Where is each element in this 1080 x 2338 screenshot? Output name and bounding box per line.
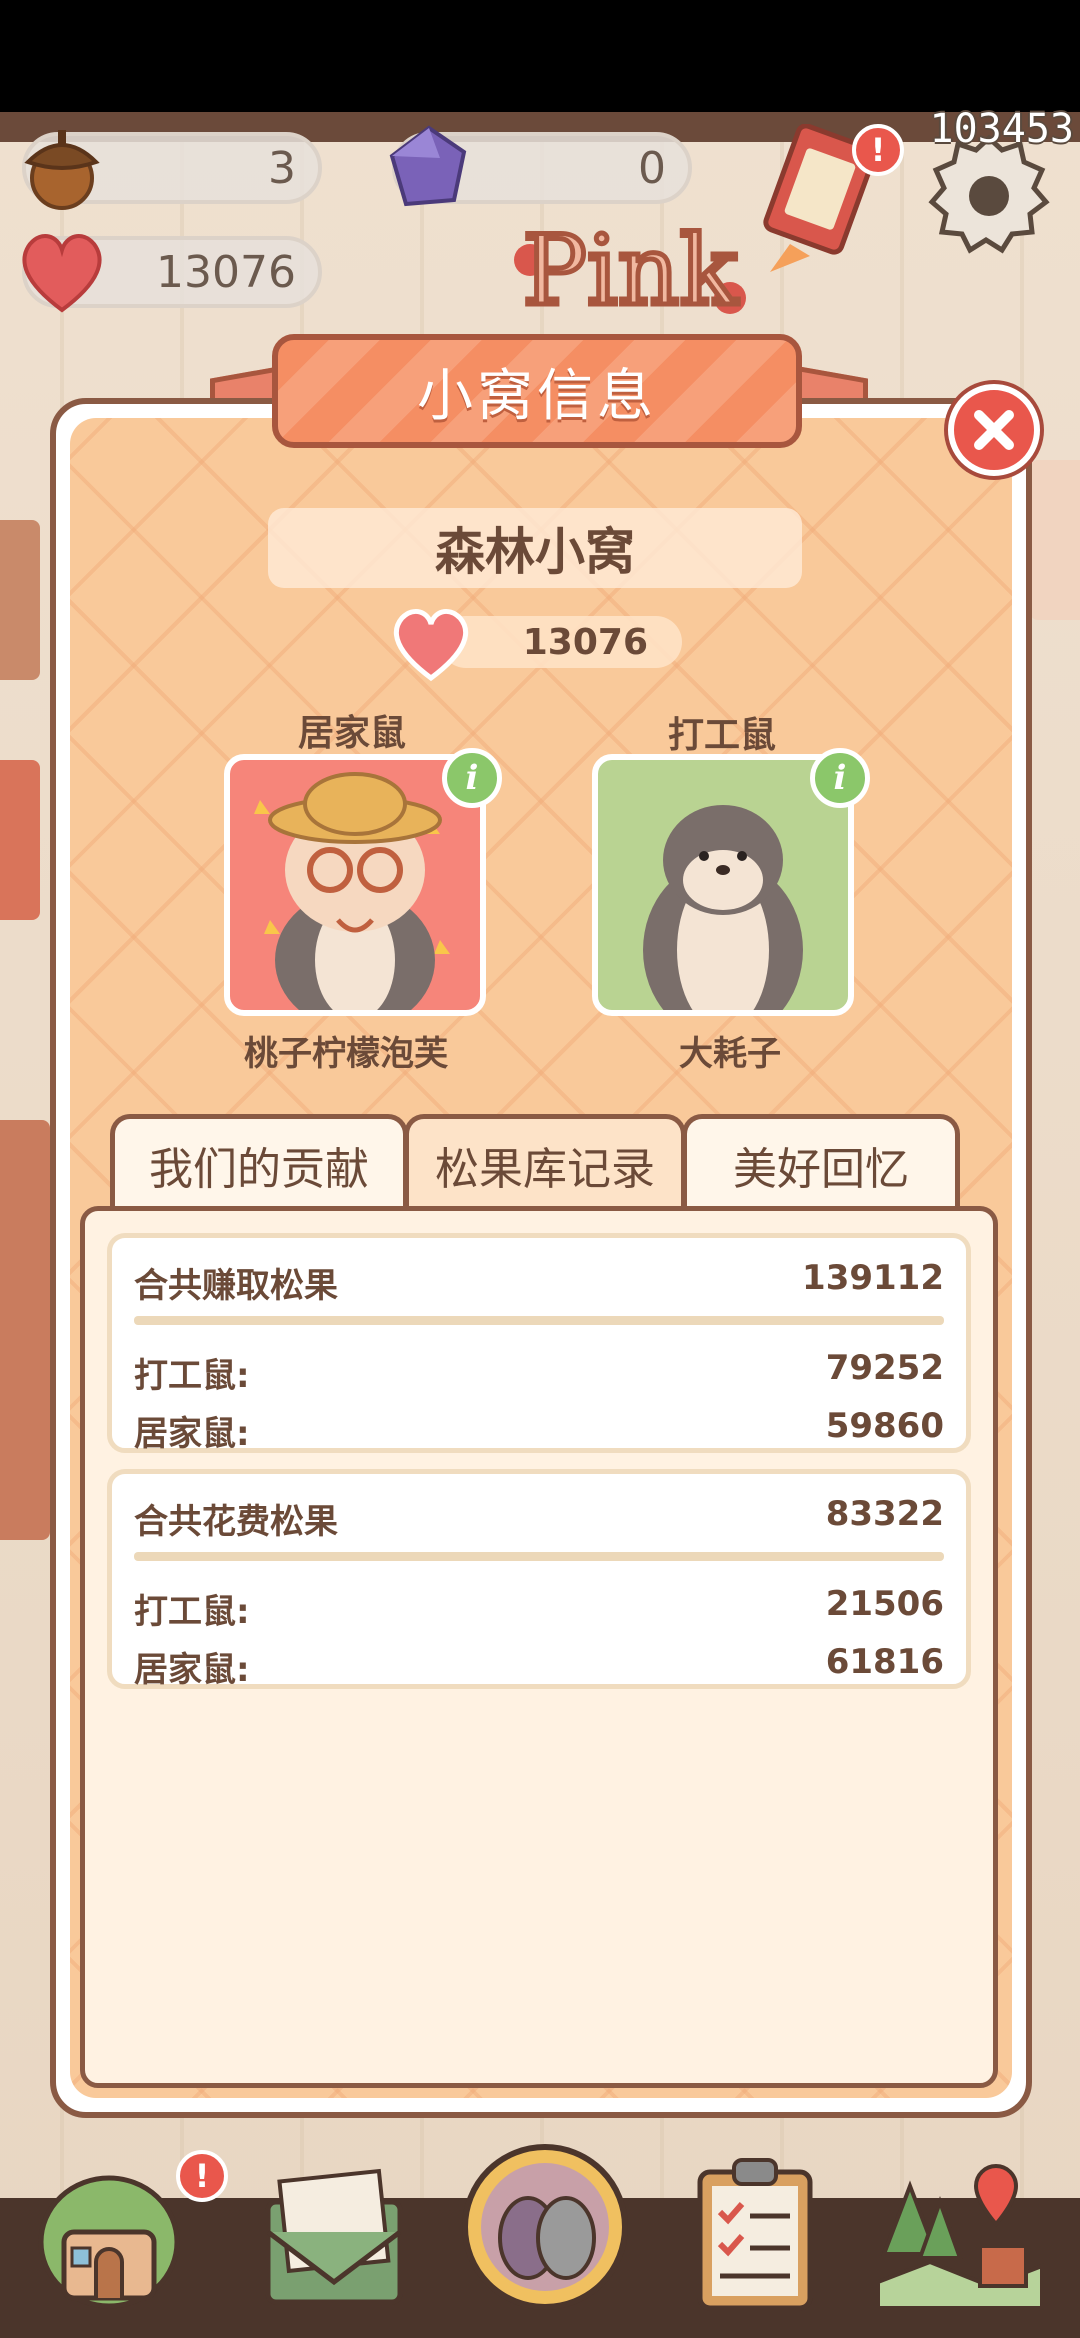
- house-icon: [38, 2175, 180, 2309]
- divider: [134, 1552, 944, 1561]
- resident-info-button-work[interactable]: i: [810, 748, 870, 808]
- earned-total-row: 合共赚取松果 139112: [134, 1258, 944, 1307]
- clipboard-checklist-icon: [697, 2158, 813, 2311]
- resident-name-work: 大耗子: [679, 1034, 781, 1074]
- nav-map-button[interactable]: [870, 2162, 1050, 2316]
- panel-title: 小窝信息: [272, 334, 802, 448]
- earned-summary: 合共赚取松果 139112 打工鼠: 79252 居家鼠: 59860: [107, 1233, 971, 1455]
- wall-decoration: [1030, 460, 1080, 620]
- spent-worker-row: 打工鼠: 21506: [134, 1584, 944, 1633]
- records-content: 合共赚取松果 139112 打工鼠: 79252 居家鼠: 59860 合共花费…: [80, 1206, 998, 2088]
- gem-icon: [384, 122, 474, 216]
- nav-mail-button[interactable]: [254, 2162, 414, 2316]
- acorn-icon: [14, 118, 110, 218]
- tab-contribution[interactable]: 我们的贡献: [110, 1114, 408, 1210]
- likes-heart-icon: [388, 602, 474, 686]
- earned-total-value: 139112: [802, 1258, 944, 1298]
- status-bar: [0, 0, 1080, 112]
- earned-home-row: 居家鼠: 59860: [134, 1406, 944, 1455]
- mail-envelope-icon: [265, 2168, 403, 2305]
- earned-worker-value: 79252: [825, 1348, 944, 1388]
- nav-tasks-button[interactable]: [690, 2152, 820, 2316]
- heart-total: 13076: [156, 246, 296, 298]
- spent-total-row: 合共花费松果 83322: [134, 1494, 944, 1543]
- spent-summary: 合共花费松果 83322 打工鼠: 21506 居家鼠: 61816: [107, 1469, 971, 1691]
- spent-worker-label: 打工鼠:: [134, 1592, 250, 1632]
- nest-name: 森林小窝: [268, 508, 802, 588]
- pink-sign: Pink: [500, 200, 760, 340]
- shelf-decoration: [0, 520, 40, 680]
- spent-total-value: 83322: [825, 1494, 944, 1534]
- spent-home-value: 61816: [825, 1642, 944, 1682]
- resident-role-work: 打工鼠: [667, 715, 776, 756]
- score-counter: 103453: [929, 106, 1075, 152]
- earned-total-label: 合共赚取松果: [134, 1266, 338, 1306]
- gem-count: 0: [638, 142, 666, 194]
- house-badge: !: [176, 2150, 228, 2202]
- heart-icon: [14, 226, 110, 320]
- spent-total-label: 合共花费松果: [134, 1502, 338, 1542]
- spent-home-row: 居家鼠: 61816: [134, 1642, 944, 1691]
- earned-worker-label: 打工鼠:: [134, 1356, 250, 1396]
- resident-name-home: 桃子柠檬泡芙: [244, 1034, 448, 1074]
- cabinet-decoration: [0, 1120, 50, 1540]
- resident-info-button-home[interactable]: i: [442, 748, 502, 808]
- sofa-decoration: [0, 760, 40, 920]
- earned-home-label: 居家鼠:: [134, 1414, 250, 1454]
- tab-memories[interactable]: 美好回忆: [682, 1114, 960, 1210]
- hamster-with-hat-avatar: [254, 772, 450, 1010]
- close-button[interactable]: [948, 384, 1040, 476]
- nav-house-button[interactable]: [34, 2162, 184, 2316]
- pink-sign-text: Pink: [522, 215, 738, 327]
- divider: [134, 1316, 944, 1325]
- earned-home-value: 59860: [825, 1406, 944, 1446]
- resident-role-home: 居家鼠: [297, 713, 406, 754]
- hamster-avatar: [643, 805, 803, 1010]
- close-icon: [974, 410, 1014, 450]
- nav-residents-button[interactable]: [460, 2142, 630, 2316]
- residents-circle-icon: [462, 2144, 628, 2310]
- tab-pinecone-records[interactable]: 松果库记录: [404, 1114, 686, 1210]
- likes-count: 13076: [522, 621, 648, 663]
- earned-worker-row: 打工鼠: 79252: [134, 1348, 944, 1397]
- spent-home-label: 居家鼠:: [134, 1650, 250, 1690]
- map-icon: [876, 2163, 1044, 2310]
- spent-worker-value: 21506: [825, 1584, 944, 1624]
- event-badge: !: [852, 124, 904, 176]
- acorn-count: 3: [268, 142, 296, 194]
- likes-counter: 13076: [440, 616, 682, 668]
